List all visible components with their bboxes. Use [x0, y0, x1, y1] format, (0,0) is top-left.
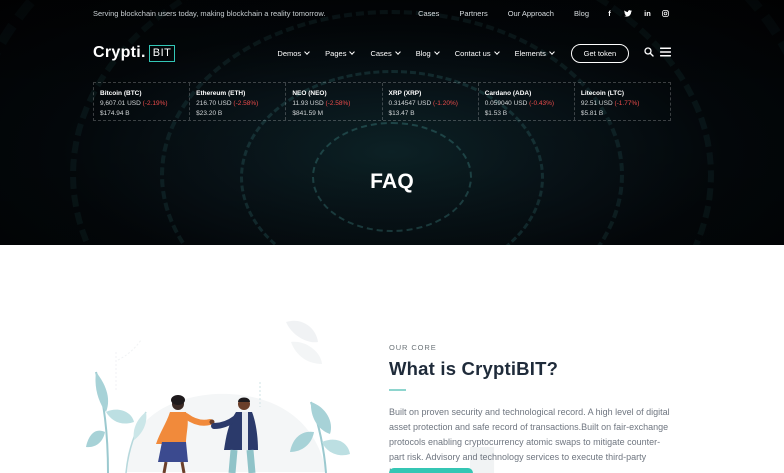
- market-cap: $174.94 B: [100, 110, 130, 117]
- top-link-partners[interactable]: Partners: [459, 9, 487, 18]
- nav-item-label: Blog: [415, 48, 431, 58]
- logo-text: Crypti.: [93, 44, 146, 61]
- twitter-icon[interactable]: [624, 9, 633, 17]
- nav-item-label: Cases: [370, 48, 392, 58]
- coin-name: NEO (NEO): [292, 90, 327, 97]
- tagline: Serving blockchain users today, making b…: [93, 8, 326, 18]
- top-links: Cases Partners Our Approach Blog f in: [398, 9, 671, 18]
- hero-banner: Serving blockchain users today, making b…: [0, 0, 784, 245]
- market-cap: $841.59 M: [292, 110, 324, 117]
- price-change: (-2.19%): [142, 100, 168, 107]
- chevron-down-icon: [433, 49, 440, 55]
- coin-price: 0.059040 USD (-0.43%): [485, 100, 574, 107]
- price-value: 216.70 USD: [196, 100, 232, 107]
- nav-item-label: Demos: [277, 48, 302, 58]
- accent-divider: [389, 389, 406, 391]
- faint-leaf-icon: [115, 320, 322, 392]
- coin-price: 216.70 USD (-2.58%): [196, 100, 285, 107]
- market-cap: $5.81 B: [580, 110, 604, 117]
- hero-overlay: [0, 0, 784, 245]
- section-eyebrow: OUR CORE: [389, 343, 437, 352]
- nav-item-label: Elements: [514, 48, 546, 58]
- ticker-item-xrp[interactable]: XRP (XRP) 0.314547 USD (-1.20%) $13.47 B: [383, 83, 479, 120]
- chevron-down-icon: [394, 49, 401, 55]
- nav-item-demos[interactable]: Demos: [277, 48, 311, 58]
- main-navbar: Crypti. BIT Demos Pages Cases Blog Conta…: [93, 43, 671, 63]
- logo-badge: BIT: [148, 44, 176, 62]
- get-token-button[interactable]: Get token: [570, 43, 629, 63]
- nav-item-label: Contact us: [454, 48, 491, 58]
- facebook-icon[interactable]: f: [605, 9, 614, 18]
- instagram-icon[interactable]: [662, 9, 671, 17]
- main-menu: Demos Pages Cases Blog Contact us Elemen…: [277, 49, 569, 58]
- section-body: Built on proven security and technologic…: [389, 407, 670, 473]
- coin-name: Bitcoin (BTC): [100, 90, 142, 97]
- market-cap: $1.53 B: [484, 110, 508, 117]
- crypto-ticker: Bitcoin (BTC) 9,607.01 USD (-2.19%) $174…: [93, 82, 671, 121]
- ticker-item-neo[interactable]: NEO (NEO) 11.93 USD (-2.58%) $841.59 M: [286, 83, 383, 120]
- price-change: (-0.43%): [529, 100, 555, 107]
- nav-item-contact-us[interactable]: Contact us: [454, 48, 500, 58]
- price-value: 92.51 USD: [580, 100, 613, 107]
- coin-price: 11.93 USD (-2.58%): [292, 100, 381, 107]
- price-change: (-1.77%): [614, 100, 640, 107]
- top-link-cases[interactable]: Cases: [418, 9, 439, 18]
- ticker-item-ada[interactable]: Cardano (ADA) 0.059040 USD (-0.43%) $1.5…: [479, 83, 575, 120]
- search-icon[interactable]: [644, 44, 654, 62]
- nav-item-cases[interactable]: Cases: [370, 48, 401, 58]
- nav-item-blog[interactable]: Blog: [415, 48, 440, 58]
- ticker-item-ltc[interactable]: Litecoin (LTC) 92.51 USD (-1.77%) $5.81 …: [575, 83, 670, 120]
- price-change: (-1.20%): [432, 100, 458, 107]
- about-section: OUR CORE What is CryptiBIT? Built on pro…: [389, 343, 679, 473]
- chevron-down-icon: [304, 49, 311, 55]
- people-plants-illustration: [86, 320, 350, 473]
- page-title: FAQ: [370, 170, 414, 193]
- nav-item-label: Pages: [325, 48, 347, 58]
- chevron-down-icon: [493, 49, 500, 55]
- price-value: 0.314547 USD: [388, 100, 432, 107]
- section-cta-button[interactable]: [389, 468, 473, 473]
- menu-icon[interactable]: [660, 44, 671, 62]
- ticker-item-btc[interactable]: Bitcoin (BTC) 9,607.01 USD (-2.19%) $174…: [94, 83, 191, 120]
- price-value: 9,607.01 USD: [100, 100, 141, 107]
- coin-name: Litecoin (LTC): [580, 90, 625, 97]
- coin-name: Ethereum (ETH): [196, 90, 246, 97]
- chevron-down-icon: [549, 49, 555, 55]
- top-bar: Serving blockchain users today, making b…: [93, 7, 671, 19]
- coin-price: 92.51 USD (-1.77%): [581, 100, 670, 107]
- ticker-item-eth[interactable]: Ethereum (ETH) 216.70 USD (-2.58%) $23.2…: [190, 83, 287, 120]
- market-cap: $13.47 B: [388, 110, 415, 117]
- linkedin-icon[interactable]: in: [643, 9, 652, 18]
- coin-price: 0.314547 USD (-1.20%): [389, 100, 478, 107]
- price-change: (-2.58%): [233, 100, 259, 107]
- chevron-down-icon: [349, 49, 356, 55]
- section-title: What is CryptiBIT?: [389, 358, 559, 379]
- site-logo[interactable]: Crypti. BIT: [93, 44, 176, 62]
- price-value: 0.059040 USD: [484, 100, 528, 107]
- price-change: (-2.58%): [325, 100, 351, 107]
- nav-item-pages[interactable]: Pages: [325, 48, 356, 58]
- nav-item-elements[interactable]: Elements: [514, 48, 555, 58]
- coin-name: XRP (XRP): [388, 90, 422, 97]
- top-link-blog[interactable]: Blog: [574, 9, 589, 18]
- price-value: 11.93 USD: [292, 100, 324, 107]
- market-cap: $23.20 B: [196, 110, 223, 117]
- background-shape: [126, 393, 326, 472]
- top-link-our-approach[interactable]: Our Approach: [508, 9, 554, 18]
- coin-price: 9,607.01 USD (-2.19%): [100, 100, 189, 107]
- coin-name: Cardano (ADA): [484, 90, 532, 97]
